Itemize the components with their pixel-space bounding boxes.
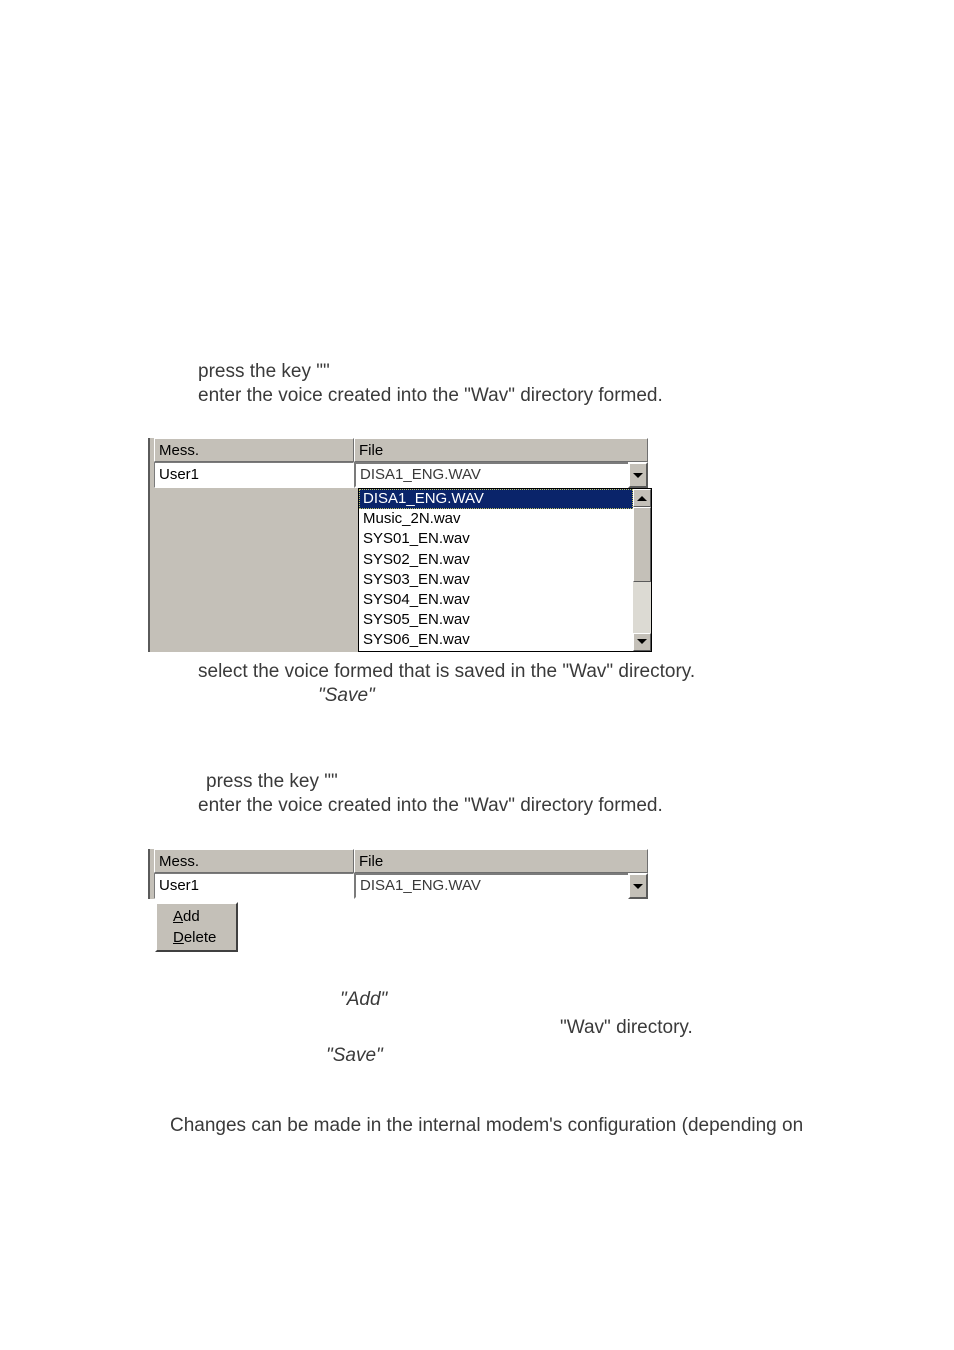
enter-voice-text-2: enter the voice created into the "Wav" d… [198,795,663,816]
menu-item-delete[interactable]: Delete [159,927,234,948]
file-combobox-2[interactable]: DISA1_ENG.WAV [354,873,648,899]
instruction-block-1: press the key "" enter the voice created… [198,360,898,408]
col-header-file[interactable]: File [354,438,648,462]
menu-add-accel: A [173,908,183,925]
select-voice-text: select the voice formed that is saved in… [198,661,695,682]
file-combobox-value[interactable]: DISA1_ENG.WAV [354,462,628,488]
file-combobox-button-2[interactable] [628,873,648,899]
chevron-down-icon [633,473,643,478]
list-item[interactable]: SYS04_EN.wav [359,590,633,610]
menu-del-rest: elete [184,929,217,946]
list-item[interactable]: DISA1_ENG.WAV [359,489,633,509]
scroll-down-button[interactable] [633,633,651,651]
save-quoted-1: "Save" [198,684,375,708]
file-combobox-value-2[interactable]: DISA1_ENG.WAV [354,873,628,899]
enter-voice-text-1: enter the voice created into the "Wav" d… [198,385,663,406]
menu-item-add[interactable]: Add [159,906,234,927]
col-header-mess-2[interactable]: Mess. [154,849,354,873]
scroll-up-button[interactable] [633,489,651,507]
context-menu[interactable]: Add Delete [155,902,238,952]
press-key-text-2a: press the key " [206,771,331,792]
screenshot-1: Mess. File User1 DISA1_ENG.WAV DISA1_ENG… [148,438,649,652]
press-key-text-1b: " [323,361,330,382]
cell-mess-user1[interactable]: User1 [154,462,354,488]
menu-add-rest: dd [183,908,200,925]
list-item[interactable]: SYS02_EN.wav [359,550,633,570]
file-combobox-button[interactable] [628,462,648,488]
press-key-text-1a: press the key " [198,361,323,382]
list-item[interactable]: Music_2N.wav [359,509,633,529]
chevron-down-icon [637,639,647,644]
list-item[interactable]: SYS06_EN.wav [359,630,633,650]
press-key-text-2b: " [331,771,338,792]
cell-mess-user1-2[interactable]: User1 [154,873,354,899]
instruction-block-2: select the voice formed that is saved in… [198,660,898,708]
add-quoted: "Add" [340,988,387,1012]
list-item[interactable]: SYS01_EN.wav [359,529,633,549]
dropdown-scrollbar[interactable] [633,489,651,651]
wav-directory-text: "Wav" directory. [560,1016,693,1040]
instruction-block-3b: enter the voice created into the "Wav" d… [198,794,898,818]
menu-del-accel: D [173,929,184,946]
instruction-block-3a: press the key "" [206,770,906,794]
chevron-up-icon [637,496,647,501]
file-combobox[interactable]: DISA1_ENG.WAV [354,462,648,488]
col-header-mess[interactable]: Mess. [154,438,354,462]
scroll-thumb[interactable] [633,507,651,582]
file-dropdown-list[interactable]: DISA1_ENG.WAV Music_2N.wav SYS01_EN.wav … [358,488,652,652]
list-item[interactable]: SYS03_EN.wav [359,570,633,590]
screenshot-2: Mess. File User1 DISA1_ENG.WAV [148,849,649,899]
col-header-file-2[interactable]: File [354,849,648,873]
save-quoted-2: "Save" [326,1044,383,1068]
chevron-down-icon [633,884,643,889]
scroll-track[interactable] [633,507,651,633]
list-item[interactable]: SYS05_EN.wav [359,610,633,630]
closing-paragraph: Changes can be made in the internal mode… [170,1114,910,1138]
